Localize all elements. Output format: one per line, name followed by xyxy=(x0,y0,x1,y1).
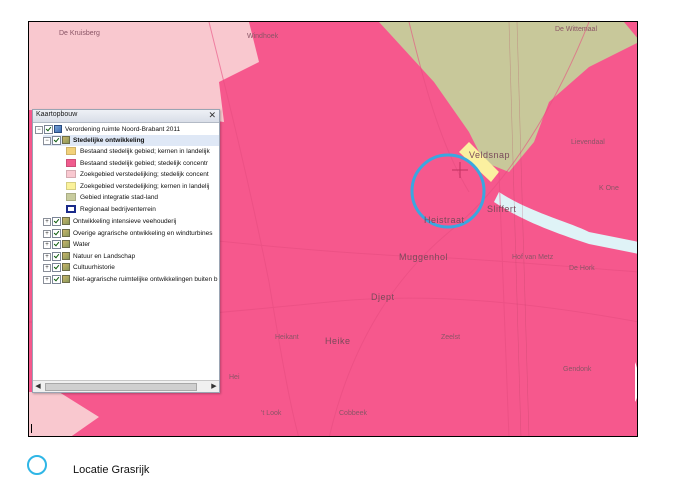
legend-item: Regionaal bedrijventerrein xyxy=(66,204,216,215)
legend-swatch xyxy=(66,158,76,167)
tree-group-stedelijke-ontwikkeling[interactable]: − Stedelijke ontwikkeling xyxy=(43,135,219,146)
scroll-right-icon[interactable]: ▶ xyxy=(209,381,219,392)
legend-swatch xyxy=(66,147,76,155)
tree-root[interactable]: − Verordening ruimte Noord-Brabant 2011 xyxy=(35,124,215,135)
map-label-heikant: Heikant xyxy=(275,334,299,341)
legend-item: Gebied integratie stad-land xyxy=(66,192,216,203)
tree-group-label: Stedelijke ontwikkeling xyxy=(73,137,145,144)
legend-item-label: Regionaal bedrijventerrein xyxy=(80,205,156,213)
tree-layer-group[interactable]: + Overige agrarische ontwikkeling en wind… xyxy=(43,228,219,239)
layer-group-icon xyxy=(62,263,70,271)
layer-checkbox[interactable] xyxy=(52,274,61,284)
tree-layer-group[interactable]: + Ontwikkeling intensieve veehouderij xyxy=(43,216,219,227)
map-label-zeelst: Zeelst xyxy=(441,334,461,341)
map-label-de-wittemaal: De Wittemaal xyxy=(555,26,598,33)
panel-header[interactable]: Kaartopbouw ✕ xyxy=(33,110,219,123)
legend-label: Locatie Grasrijk xyxy=(73,464,150,476)
scroll-left-icon[interactable]: ◀ xyxy=(33,381,43,392)
tree-layer-label: Water xyxy=(73,241,91,248)
map-label-cobbeek: Cobbeek xyxy=(339,410,368,417)
panel-title: Kaartopbouw xyxy=(36,111,78,118)
legend-item: Zoekgebied verstedelijking; kernen in la… xyxy=(66,181,216,192)
tree-root-label: Verordening ruimte Noord-Brabant 2011 xyxy=(65,126,181,133)
legend-swatch xyxy=(66,170,76,178)
location-legend-icon xyxy=(27,455,47,475)
map-label-t-look: 't Look xyxy=(261,410,282,417)
map-label-hei: Hei xyxy=(229,374,240,381)
layer-group-icon xyxy=(62,274,70,283)
scrollbar-thumb[interactable] xyxy=(45,383,197,391)
tree-layer-label: Cultuurhistorie xyxy=(73,264,115,271)
map-layers-panel[interactable]: Kaartopbouw ✕ − Verordening ruimte Noord… xyxy=(32,109,220,393)
legend-swatch xyxy=(66,181,76,190)
layer-group-icon xyxy=(62,251,70,260)
expand-icon[interactable]: + xyxy=(43,229,51,238)
layer-checkbox[interactable] xyxy=(52,228,61,238)
map-view[interactable]: De Kruisberg Windhoek De Wittemaal Velds… xyxy=(28,21,638,437)
map-label-muggenhol: Muggenhol xyxy=(399,252,449,262)
legend-swatch xyxy=(66,193,76,201)
legend-item-label: Zoekgebied verstedelijking; kernen in la… xyxy=(80,182,210,190)
layer-group-icon xyxy=(62,136,70,144)
map-label-heike: Heike xyxy=(325,336,351,346)
map-label-hof-van-metz: Hof van Metz xyxy=(512,254,554,261)
expand-icon[interactable]: + xyxy=(43,241,51,249)
text-cursor xyxy=(31,424,32,433)
layer-group-icon xyxy=(62,240,70,248)
map-label-lievendaal: Lievendaal xyxy=(571,139,605,146)
tree-layer-label: Overige agrarische ontwikkeling en windt… xyxy=(73,229,213,237)
legend-swatch xyxy=(66,204,76,213)
tree-layer-group[interactable]: + Cultuurhistorie xyxy=(43,262,219,273)
tree-layer-label: Natuur en Landschap xyxy=(73,252,136,260)
legend-item: Zoekgebied verstedelijking; stedelijk co… xyxy=(66,169,216,180)
tree-layer-group[interactable]: + Water xyxy=(43,239,219,250)
collapse-icon[interactable]: − xyxy=(43,137,51,145)
horizontal-scrollbar[interactable]: ◀ ▶ xyxy=(33,380,219,392)
layer-checkbox[interactable] xyxy=(52,263,61,272)
expand-icon[interactable]: + xyxy=(43,218,51,226)
map-label-de-hork: De Hork xyxy=(569,265,595,272)
layer-tree[interactable]: − Verordening ruimte Noord-Brabant 2011 … xyxy=(33,123,219,380)
expand-icon[interactable]: + xyxy=(43,252,51,261)
layer-checkbox[interactable] xyxy=(52,217,61,226)
legend-item-label: Bestaand stedelijk gebied; kernen in lan… xyxy=(80,148,210,155)
expand-icon[interactable]: + xyxy=(43,275,51,284)
tree-layer-label: Ontwikkeling intensieve veehouderij xyxy=(73,218,177,225)
collapse-icon[interactable]: − xyxy=(35,126,43,134)
map-label-veldsnap: Veldsnap xyxy=(469,150,511,160)
map-label-gendonk: Gendonk xyxy=(563,366,592,373)
layer-checkbox[interactable] xyxy=(44,125,53,134)
tree-layer-group[interactable]: + Niet-agrarische ruimtelijke ontwikkelin… xyxy=(43,274,219,285)
close-icon[interactable]: ✕ xyxy=(208,110,216,121)
map-label-djept: Djept xyxy=(371,292,395,302)
map-label-k-one: K One xyxy=(599,185,619,192)
map-label-de-kruisberg: De Kruisberg xyxy=(59,30,100,37)
layer-checkbox[interactable] xyxy=(52,136,61,145)
map-label-windhoek: Windhoek xyxy=(247,33,279,40)
layer-group-icon xyxy=(62,228,70,237)
tree-layer-group[interactable]: + Natuur en Landschap xyxy=(43,251,219,262)
map-label-sliffert: Sliffert xyxy=(487,204,517,214)
legend-item: Bestaand stedelijk gebied; stedelijk con… xyxy=(66,158,216,169)
layer-checkbox[interactable] xyxy=(52,251,61,261)
map-label-heistraat: Heistraat xyxy=(424,215,465,225)
layer-checkbox[interactable] xyxy=(52,240,61,249)
tree-layer-label: Niet-agrarische ruimtelijke ontwikkeling… xyxy=(73,275,218,283)
legend-item-label: Gebied integratie stad-land xyxy=(80,194,159,201)
layer-group-icon xyxy=(62,217,70,225)
legend-item: Bestaand stedelijk gebied; kernen in lan… xyxy=(66,146,216,157)
legend-item-label: Bestaand stedelijk gebied; stedelijk con… xyxy=(80,159,208,167)
legend-item-label: Zoekgebied verstedelijking; stedelijk co… xyxy=(80,171,209,178)
expand-icon[interactable]: + xyxy=(43,264,51,272)
map-service-icon xyxy=(54,125,62,133)
